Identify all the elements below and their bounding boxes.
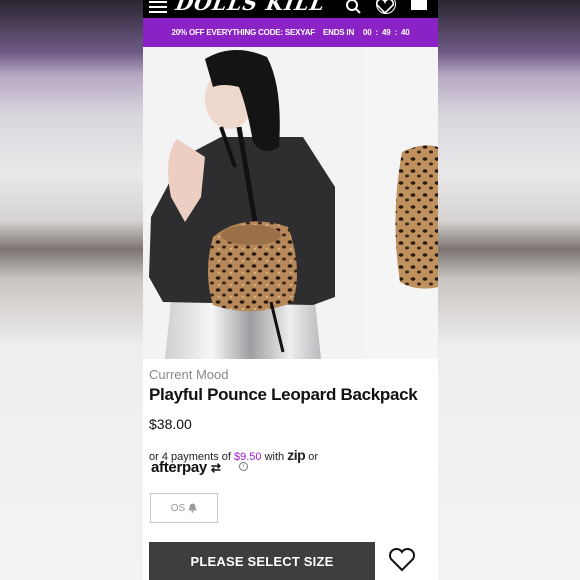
afterpay-arrows-icon: ⇄ (210, 461, 221, 475)
info-icon[interactable]: i (239, 462, 248, 471)
installment-amount: $9.50 (234, 451, 262, 463)
search-icon[interactable] (343, 0, 363, 14)
bell-icon (188, 503, 197, 513)
countdown-minutes: 49 (382, 28, 391, 37)
menu-icon[interactable] (149, 1, 167, 14)
product-title: Playful Pounce Leopard Backpack (149, 385, 418, 404)
countdown-seconds: 40 (400, 28, 410, 37)
installment-or: or (308, 451, 319, 463)
zip-logo[interactable]: zip (287, 447, 305, 463)
select-size-button[interactable]: PLEASE SELECT SIZE (149, 542, 375, 580)
countdown-hours: 00 (363, 28, 372, 37)
promo-banner[interactable]: 20% OFF EVERYTHING CODE: SEXYAF ENDS IN … (143, 18, 438, 47)
heart-icon[interactable] (375, 0, 395, 14)
product-brand[interactable]: Current Mood (149, 367, 228, 382)
afterpay-logo[interactable]: afterpay ⇄ (151, 459, 221, 476)
logo[interactable]: DOLLS KILL (174, 0, 327, 15)
size-option-label: OS (170, 502, 186, 514)
size-option-os[interactable]: OS (150, 493, 218, 523)
installment-with: with (264, 451, 285, 463)
wishlist-heart-icon[interactable] (388, 548, 416, 572)
promo-text: 20% OFF EVERYTHING CODE: SEXYAF (171, 28, 316, 37)
product-info: Current Mood Playful Pounce Leopard Back… (143, 359, 438, 580)
product-price: $38.00 (149, 416, 192, 432)
product-gallery[interactable] (143, 47, 438, 359)
product-image-main[interactable] (143, 47, 359, 359)
top-nav-bar: DOLLS KILL (143, 0, 438, 18)
promo-ends-label: ENDS IN (322, 28, 355, 37)
afterpay-label: afterpay (151, 459, 207, 476)
cart-icon[interactable] (411, 0, 427, 10)
product-image-next[interactable] (362, 47, 438, 359)
mobile-page: DOLLS KILL 20% OFF EVERYTHING CODE: SEXY… (143, 0, 438, 580)
